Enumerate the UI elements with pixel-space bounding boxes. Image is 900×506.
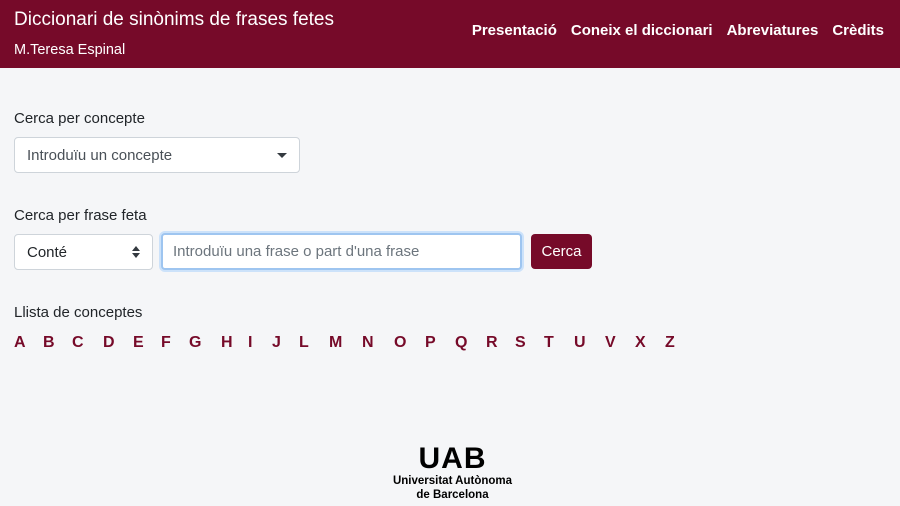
letter-link-j[interactable]: J (272, 334, 299, 352)
letter-link-z[interactable]: Z (665, 334, 679, 352)
letter-link-x[interactable]: X (635, 334, 665, 352)
alphabet-index: A B C D E F G H I J L M N O P Q R S T U … (14, 334, 679, 352)
letter-link-c[interactable]: C (72, 334, 103, 352)
site-title[interactable]: Diccionari de sinònims de frases fetes (14, 9, 334, 31)
concept-search-label: Cerca per concepte (14, 110, 145, 127)
letter-link-h[interactable]: H (221, 334, 248, 352)
nav-link-coneix-diccionari[interactable]: Coneix el diccionari (571, 22, 713, 39)
letter-link-t[interactable]: T (544, 334, 574, 352)
main-nav: Presentació Coneix el diccionari Abrevia… (472, 22, 884, 39)
letter-link-v[interactable]: V (605, 334, 635, 352)
letter-link-e[interactable]: E (133, 334, 161, 352)
nav-link-abreviatures[interactable]: Abreviatures (727, 22, 819, 39)
concept-select-placeholder: Introduïu un concepte (27, 146, 173, 164)
letter-link-p[interactable]: P (425, 334, 455, 352)
concept-select[interactable]: Introduïu un concepte (14, 137, 300, 173)
letter-link-b[interactable]: B (43, 334, 72, 352)
letter-link-r[interactable]: R (486, 334, 515, 352)
letter-link-g[interactable]: G (189, 334, 221, 352)
phrase-search-label: Cerca per frase feta (14, 207, 147, 224)
uab-logo-mark: UAB (418, 442, 487, 475)
search-button[interactable]: Cerca (531, 234, 592, 269)
letter-link-q[interactable]: Q (455, 334, 486, 352)
sort-arrows-icon (132, 246, 140, 258)
uab-logo-line-1: Universitat Autònoma (392, 475, 513, 487)
uab-logo-line-2: de Barcelona (416, 489, 489, 501)
nav-link-presentacio[interactable]: Presentació (472, 22, 557, 39)
concept-list-label: Llista de conceptes (14, 304, 143, 321)
uab-logo[interactable]: UAB Universitat Autònoma de Barcelona (380, 444, 525, 502)
site-subtitle: M.Teresa Espinal (14, 42, 126, 58)
letter-link-a[interactable]: A (14, 334, 43, 352)
match-mode-value: Conté (27, 243, 68, 261)
letter-link-o[interactable]: O (394, 334, 425, 352)
letter-link-m[interactable]: M (329, 334, 362, 352)
letter-link-u[interactable]: U (574, 334, 605, 352)
letter-link-l[interactable]: L (299, 334, 329, 352)
letter-link-i[interactable]: I (248, 334, 272, 352)
letter-link-d[interactable]: D (103, 334, 133, 352)
letter-link-f[interactable]: F (161, 334, 189, 352)
match-mode-select[interactable]: Conté (14, 234, 153, 270)
chevron-down-icon (277, 153, 287, 158)
phrase-search-input[interactable] (161, 233, 522, 270)
nav-link-credits[interactable]: Crèdits (832, 22, 884, 39)
letter-link-s[interactable]: S (515, 334, 544, 352)
letter-link-n[interactable]: N (362, 334, 394, 352)
top-navbar: Diccionari de sinònims de frases fetes M… (0, 0, 900, 68)
